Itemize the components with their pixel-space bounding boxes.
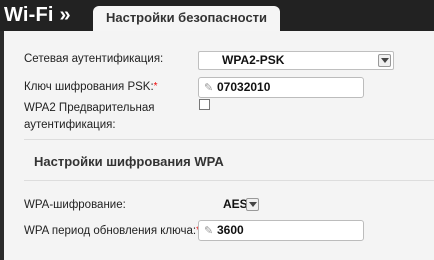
required-mark: * xyxy=(153,81,158,92)
pencil-icon: ✎ xyxy=(204,225,214,237)
preauth-label: WPA2 Предварительная аутентификация: xyxy=(24,100,154,134)
settings-panel: Сетевая аутентификация: WPA2-PSK Ключ ши… xyxy=(0,31,434,260)
app-title: Wi-Fi » xyxy=(4,4,71,26)
section-title-wpa: Настройки шифрования WPA xyxy=(34,154,224,169)
auth-label: Сетевая аутентификация: xyxy=(24,53,164,65)
top-bar: Wi-Fi » Настройки безопасности xyxy=(0,0,434,31)
psk-input-value: 07032010 xyxy=(217,80,271,94)
rekey-label: WPA период обновления ключа:* xyxy=(24,225,200,237)
preauth-label-line1: WPA2 Предварительная xyxy=(24,102,155,114)
wpa-enc-value: AES xyxy=(223,197,248,211)
preauth-checkbox[interactable] xyxy=(199,99,210,110)
psk-label: Ключ шифрования PSK:* xyxy=(24,81,158,93)
rekey-input[interactable]: ✎ 3600 xyxy=(198,220,364,241)
rekey-input-value: 3600 xyxy=(217,223,244,237)
auth-select-value: WPA2-PSK xyxy=(222,53,285,67)
psk-label-text: Ключ шифрования PSK: xyxy=(24,81,154,93)
divider xyxy=(24,180,434,181)
pencil-icon: ✎ xyxy=(204,82,214,94)
wpa-enc-select[interactable]: AES xyxy=(198,196,263,215)
psk-input[interactable]: ✎ 07032010 xyxy=(198,77,364,98)
preauth-label-line2: аутентификация: xyxy=(24,119,116,131)
rekey-label-text: WPA период обновления ключа: xyxy=(24,225,197,237)
divider xyxy=(24,139,434,140)
auth-select[interactable]: WPA2-PSK xyxy=(198,51,394,70)
chevron-down-icon[interactable] xyxy=(378,54,391,67)
chevron-down-icon[interactable] xyxy=(246,198,259,211)
tab-security-settings[interactable]: Настройки безопасности xyxy=(93,6,280,31)
wpa-enc-label: WPA-шифрование: xyxy=(24,199,126,211)
